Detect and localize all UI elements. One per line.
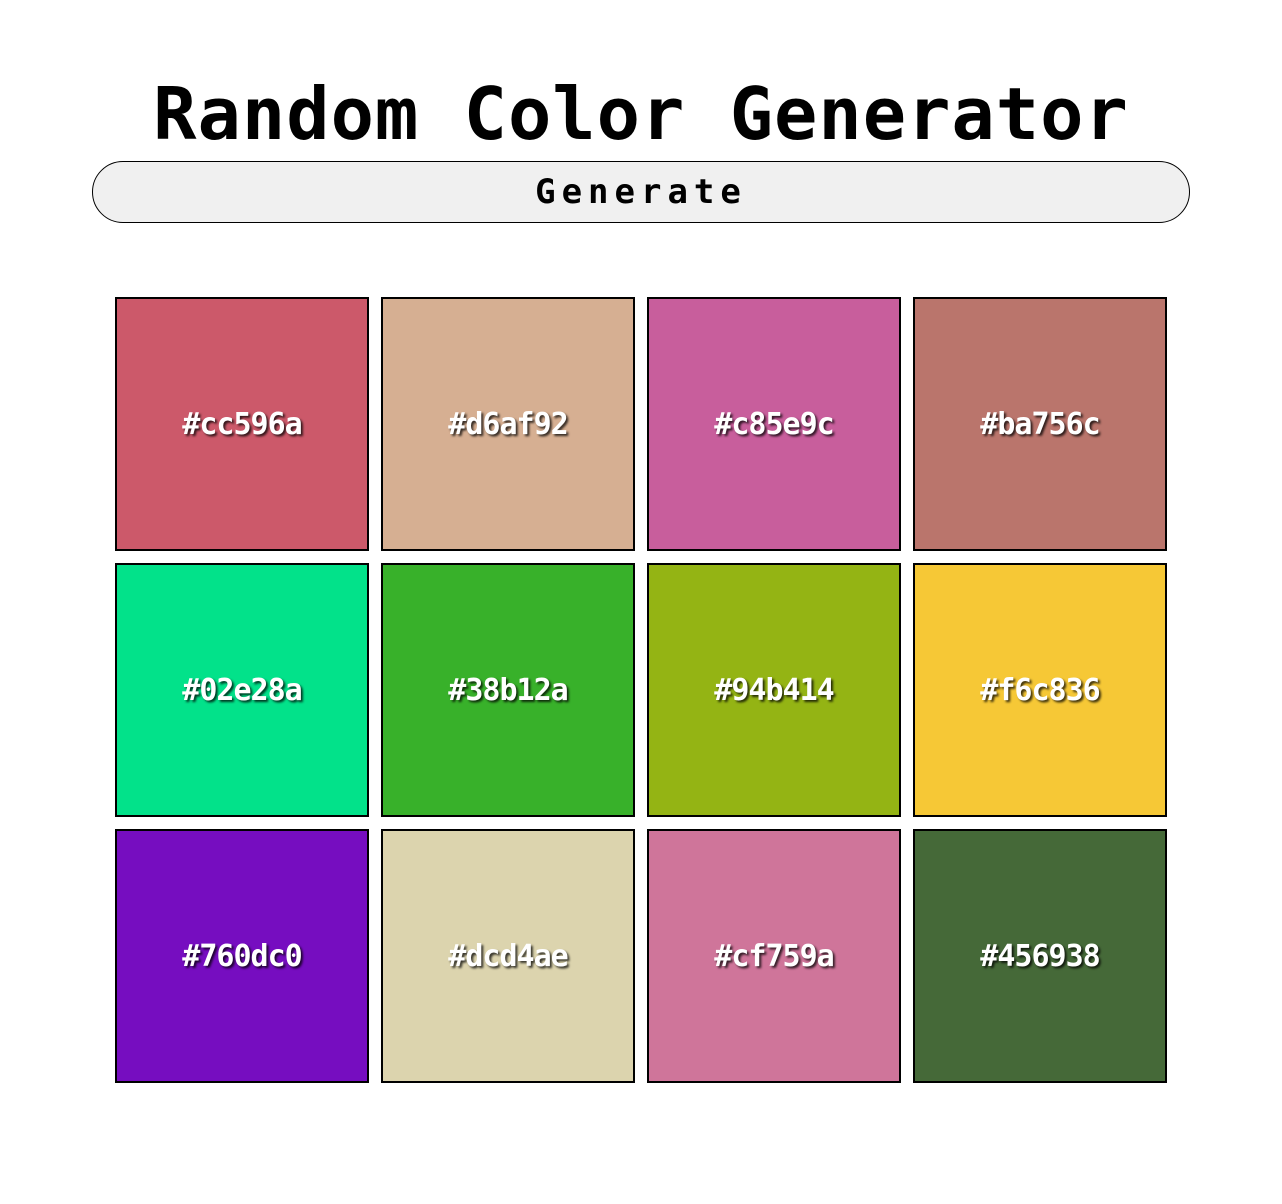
color-hex-label: #cc596a [182, 406, 302, 442]
generate-button[interactable]: Generate [92, 161, 1190, 223]
color-swatch[interactable]: #d6af92 [381, 297, 635, 551]
color-swatch[interactable]: #ba756c [913, 297, 1167, 551]
color-hex-label: #02e28a [182, 672, 302, 708]
color-grid: #cc596a #d6af92 #c85e9c #ba756c #02e28a … [115, 297, 1168, 1083]
color-hex-label: #456938 [980, 938, 1100, 974]
color-swatch[interactable]: #456938 [913, 829, 1167, 1083]
color-hex-label: #c85e9c [714, 406, 834, 442]
color-swatch[interactable]: #38b12a [381, 563, 635, 817]
page-title: Random Color Generator [153, 72, 1129, 156]
color-hex-label: #ba756c [980, 406, 1100, 442]
color-swatch[interactable]: #02e28a [115, 563, 369, 817]
color-hex-label: #760dc0 [182, 938, 302, 974]
color-swatch[interactable]: #cf759a [647, 829, 901, 1083]
color-hex-label: #94b414 [714, 672, 834, 708]
color-hex-label: #f6c836 [980, 672, 1100, 708]
color-hex-label: #38b12a [448, 672, 568, 708]
color-swatch[interactable]: #c85e9c [647, 297, 901, 551]
color-swatch[interactable]: #760dc0 [115, 829, 369, 1083]
color-hex-label: #d6af92 [448, 406, 568, 442]
color-hex-label: #cf759a [714, 938, 834, 974]
color-swatch[interactable]: #f6c836 [913, 563, 1167, 817]
color-swatch[interactable]: #dcd4ae [381, 829, 635, 1083]
color-hex-label: #dcd4ae [448, 938, 568, 974]
color-swatch[interactable]: #cc596a [115, 297, 369, 551]
color-swatch[interactable]: #94b414 [647, 563, 901, 817]
